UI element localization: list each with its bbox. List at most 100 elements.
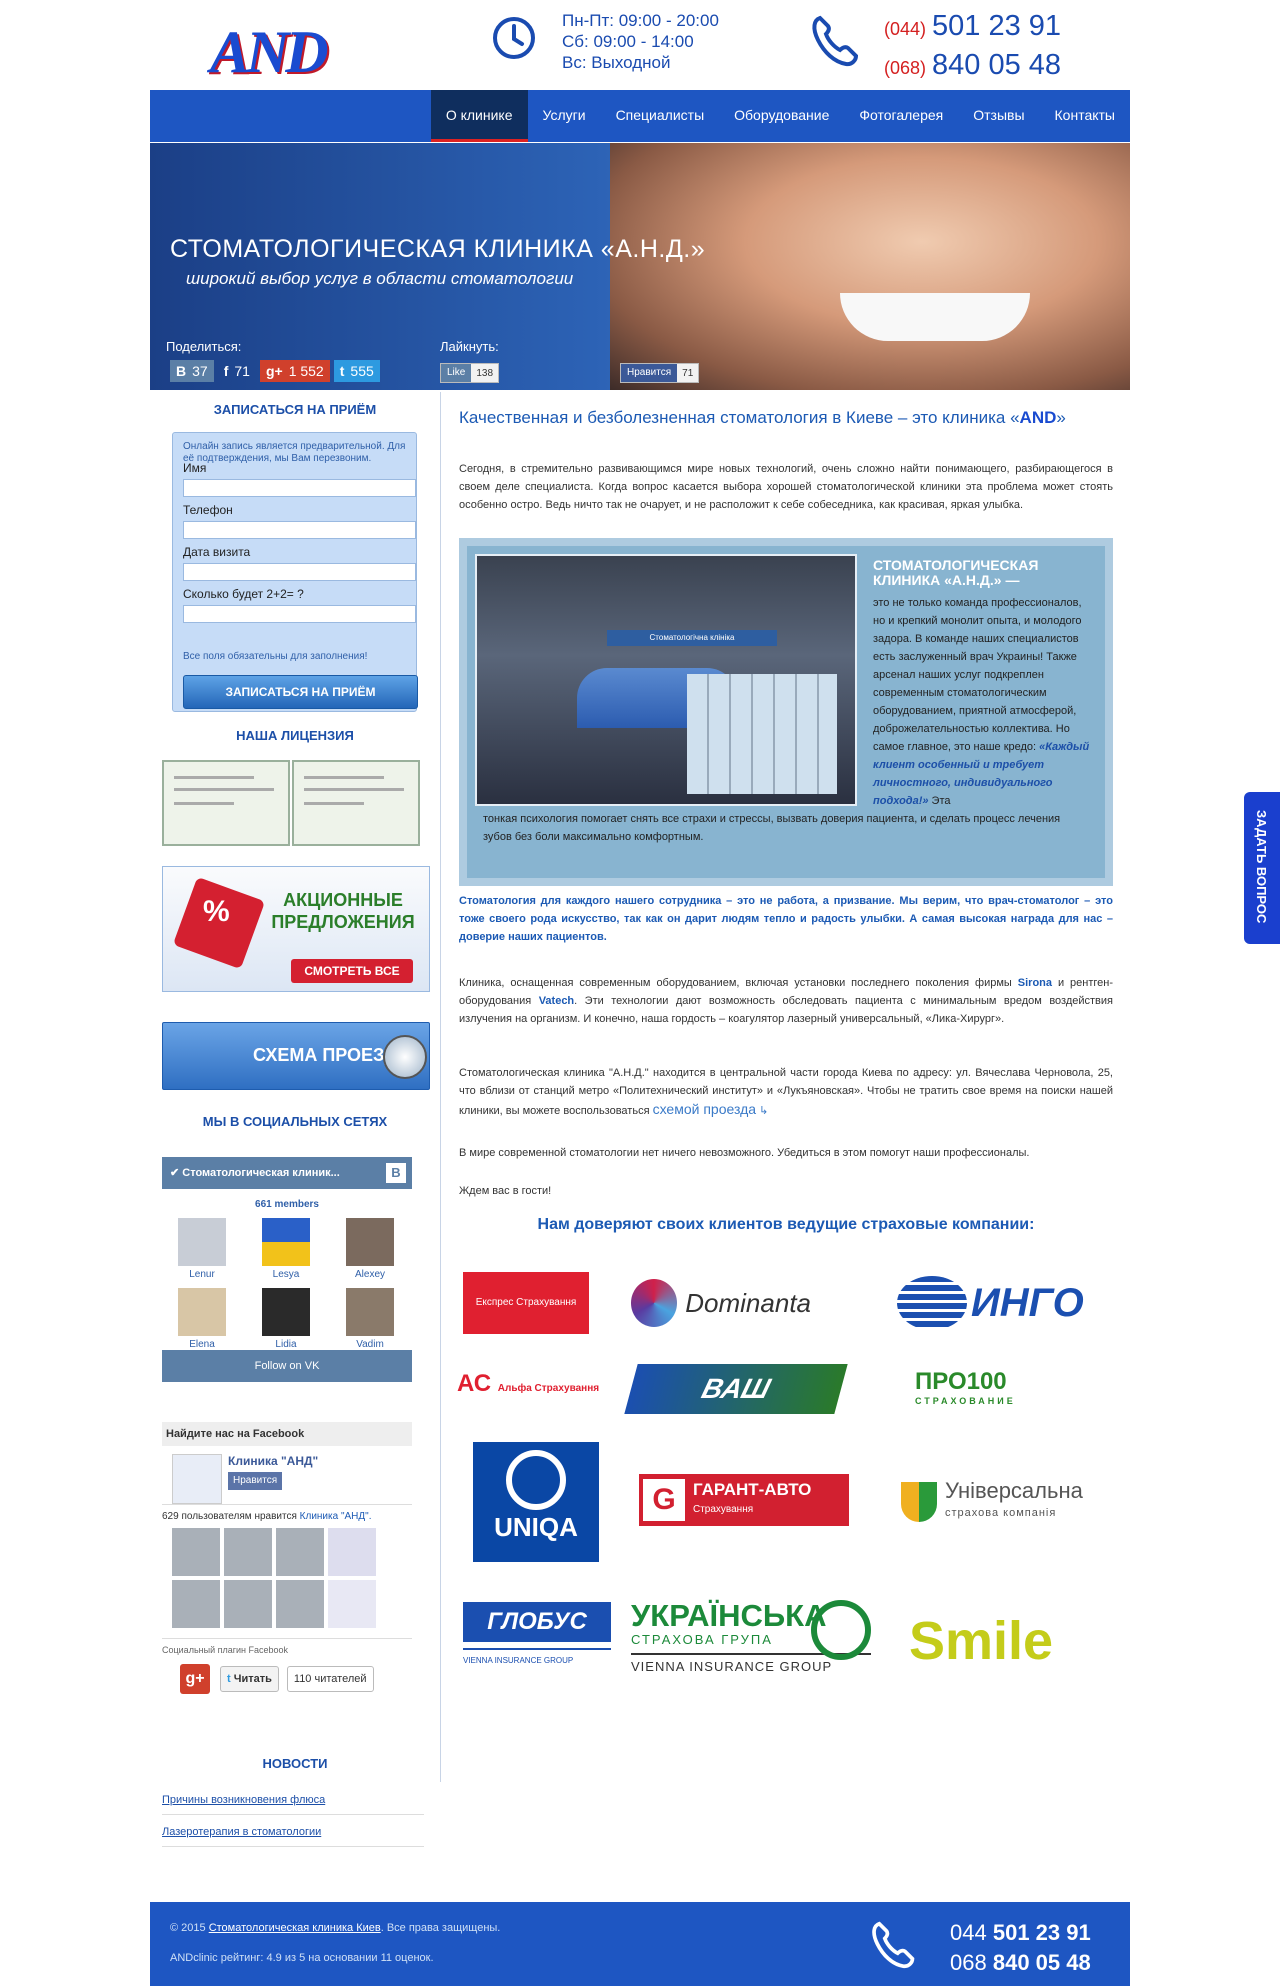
page-title-brand-text: AND (1019, 408, 1057, 427)
promo-see-all-button[interactable]: СМОТРЕТЬ ВСЕ (291, 959, 413, 983)
fb-count-link[interactable]: Клиника "АНД". (300, 1511, 372, 1522)
pro100-name: ПРО100 (915, 1368, 1007, 1395)
uniqa-name: UNIQA (494, 1512, 578, 1542)
equipment-text-1: Клиника, оснащенная современным оборудов… (459, 977, 1018, 989)
social-buttons: g+ t Читать 110 читателей (180, 1664, 374, 1694)
captcha-input[interactable] (183, 605, 416, 623)
insurer-ingo-logo[interactable]: ИНГО (897, 1276, 1084, 1330)
vk-member-name: Lidia (275, 1339, 297, 1350)
insurer-uniqa-logo[interactable]: UNIQA (473, 1442, 599, 1562)
uniqa-icon (506, 1450, 566, 1510)
license-image-1[interactable] (162, 760, 290, 846)
ask-question-tab[interactable]: ЗАДАТЬ ВОПРОС (1244, 792, 1280, 944)
phone-line-1[interactable]: (044) 501 23 91 (884, 8, 1061, 47)
nav-contacts[interactable]: Контакты (1040, 90, 1130, 142)
date-input[interactable] (183, 563, 416, 581)
footer-phones: 044 501 23 91 068 840 05 48 (950, 1918, 1091, 1978)
nav-about[interactable]: О клинике (430, 90, 528, 142)
fb-like-button[interactable]: Нравится (621, 364, 678, 382)
insurer-alfa-logo[interactable]: АС Альфа Страхування (457, 1370, 599, 1398)
submit-appointment-button[interactable]: ЗАПИСАТЬСЯ НА ПРИЁМ (183, 675, 418, 709)
phone-icon (872, 1921, 915, 1969)
insurer-ukrainska-logo[interactable]: УКРАЇНСЬКА СТРАХОВА ГРУПА VIENNA INSURANCE… (631, 1600, 871, 1698)
share-fb-count: 71 (234, 363, 250, 379)
avatar[interactable] (224, 1528, 272, 1576)
vk-follow-button[interactable]: Follow on VK (162, 1350, 412, 1382)
insurer-pro100-logo[interactable]: ПРО100 СТРАХОВАНИЕ (915, 1368, 1016, 1406)
share-vk-button[interactable]: В 37 (170, 360, 214, 382)
appointment-title: ЗАПИСАТЬСЯ НА ПРИЁМ (213, 402, 377, 417)
footer-clinic-link[interactable]: Стоматологическая клиника Киев (209, 1922, 381, 1934)
insurer-smile-logo[interactable]: Smile (909, 1610, 1053, 1672)
page-title-text: Качественная и безболезненная стоматолог… (459, 408, 1020, 427)
news-link-2[interactable]: Лазеротерапия в стоматологии (162, 1826, 321, 1838)
fb-page-name[interactable]: Клиника "АНД" (228, 1454, 318, 1468)
fb-like-widget[interactable]: Нравится 71 (620, 363, 700, 383)
route-map-link[interactable]: схемой проезда (653, 1101, 756, 1117)
phone-line-2[interactable]: (068) 840 05 48 (884, 47, 1061, 86)
avatar[interactable] (224, 1580, 272, 1628)
vk-member[interactable]: Vadim (346, 1288, 394, 1350)
vk-member[interactable]: Alexey (346, 1218, 394, 1280)
about-box-heading: СТОМАТОЛОГИЧЕСКАЯ КЛИНИКА «А.Н.Д.» — (873, 557, 1039, 588)
twitter-read-label: Читать (233, 1673, 272, 1685)
vk-members: 661 members (255, 1199, 319, 1210)
main-nav: О клинике Услуги Специалисты Оборудовани… (150, 90, 1130, 142)
share-gplus-button[interactable]: g+ 1 552 (259, 360, 330, 382)
vk-member[interactable]: Lidia (262, 1288, 310, 1350)
avatar[interactable] (276, 1580, 324, 1628)
insurer-globus-logo[interactable]: ГЛОБУС VIENNA INSURANCE GROUP (463, 1602, 611, 1690)
vk-member[interactable]: Lesya (262, 1218, 310, 1280)
footer-rights: . Все права защищены. (380, 1922, 501, 1934)
vk-member[interactable]: Lenur (178, 1218, 226, 1280)
footer-phone-2-number: 840 05 48 (992, 1950, 1091, 1975)
vk-members-grid: Lenur Lesya Alexey Elena Lidia Vadim (162, 1210, 412, 1350)
nav-services[interactable]: Услуги (528, 90, 601, 142)
avatar (178, 1218, 226, 1266)
twitter-readers-count: 110 читателей (286, 1666, 374, 1692)
nav-reviews[interactable]: Отзывы (958, 90, 1039, 142)
name-input[interactable] (183, 479, 416, 497)
footer-copyright: © 2015 Стоматологическая клиника Киев. В… (170, 1922, 500, 1934)
nav-specialists[interactable]: Специалисты (601, 90, 720, 142)
footer-phone-1[interactable]: 044 501 23 91 (950, 1918, 1091, 1948)
avatar[interactable] (328, 1528, 376, 1576)
fb-page-logo[interactable] (172, 1454, 222, 1504)
route-map-button[interactable]: СХЕМА ПРОЕЗДА (162, 1022, 430, 1090)
insurer-dominanta-logo[interactable]: Dominanta (631, 1272, 811, 1334)
avatar[interactable] (276, 1528, 324, 1576)
phone-input[interactable] (183, 521, 416, 539)
promo-title: АКЦИОННЫЕ ПРЕДЛОЖЕНИЯ (271, 890, 415, 932)
intro-paragraph: Сегодня, в стремительно развивающимся ми… (459, 463, 1113, 511)
nav-gallery[interactable]: Фотогалерея (844, 90, 958, 142)
vk-member[interactable]: Elena (178, 1288, 226, 1350)
news-link-1[interactable]: Причины возникновения флюса (162, 1794, 325, 1806)
share-twitter-button[interactable]: t 555 (333, 360, 380, 382)
gplus-button[interactable]: g+ (180, 1664, 210, 1694)
insurer-express-logo[interactable]: Експрес Страхування (463, 1272, 589, 1334)
insurer-universalna-logo[interactable]: Універсальна страхова компанія (901, 1480, 1083, 1524)
insurer-garant-logo[interactable]: G ГАРАНТ-АВТО Страхування (639, 1474, 849, 1526)
fb-plugin-note: Социальный плагин Facebook (162, 1638, 412, 1655)
footer-phone-2[interactable]: 068 840 05 48 (950, 1948, 1091, 1978)
license-image-2[interactable] (292, 760, 420, 846)
promo-banner[interactable]: % АКЦИОННЫЕ ПРЕДЛОЖЕНИЯ СМОТРЕТЬ ВСЕ (162, 866, 430, 992)
vk-group-bar[interactable]: ✔ Стоматологическая клиник... B (162, 1157, 412, 1189)
page-wrapper: AND clinic Пн-Пт: 09:00 - 20:00 Сб: 09:0… (150, 0, 1130, 1847)
share-label: Поделиться: (166, 339, 242, 354)
gplus-icon: g+ (265, 363, 283, 379)
universalna-icon (901, 1482, 937, 1522)
twitter-read-button[interactable]: t Читать (220, 1666, 279, 1692)
vk-like-widget[interactable]: Like 138 (440, 363, 500, 383)
insurer-vash-logo[interactable]: ВАШ (624, 1364, 848, 1414)
avatar[interactable] (172, 1580, 220, 1628)
avatar[interactable] (328, 1580, 376, 1628)
fb-like-page-button[interactable]: Нравится (228, 1472, 283, 1490)
vk-like-button[interactable]: Like (441, 364, 472, 382)
share-fb-button[interactable]: f 71 (218, 360, 256, 382)
clinic-building-photo[interactable]: Стоматологічна клініка (475, 554, 857, 806)
nav-equipment[interactable]: Оборудование (719, 90, 844, 142)
avatar[interactable] (172, 1528, 220, 1576)
garant-sub: Страхування (693, 1504, 754, 1515)
page-title-end: » (1056, 408, 1066, 427)
